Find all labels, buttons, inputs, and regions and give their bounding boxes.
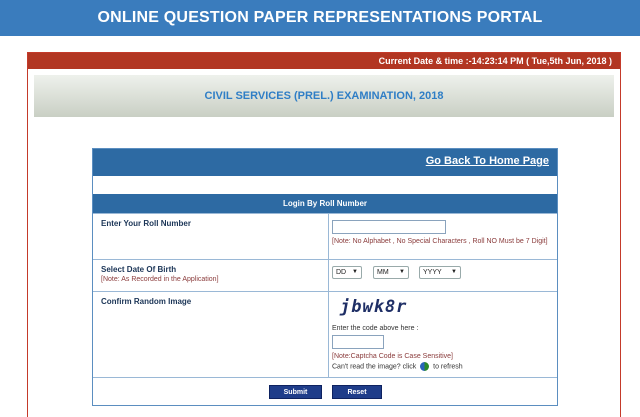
captcha-prompt: Enter the code above here : <box>332 325 419 332</box>
dob-note: [Note: As Recorded in the Application] <box>101 276 219 283</box>
captcha-row: Confirm Random Image jbwk8r Enter the co… <box>93 291 557 377</box>
captcha-refresh-line: Can't read the image? click to refresh <box>332 362 463 371</box>
chevron-down-icon: ▼ <box>451 269 457 275</box>
main-frame: Current Date & time :-14:23:14 PM ( Tue,… <box>27 52 621 417</box>
roll-number-row: Enter Your Roll Number [Note: No Alphabe… <box>93 213 557 259</box>
card-header: Go Back To Home Page <box>93 149 557 176</box>
exam-title: CIVIL SERVICES (PREL.) EXAMINATION, 2018 <box>34 75 614 117</box>
portal-title: ONLINE QUESTION PAPER REPRESENTATIONS PO… <box>0 0 640 36</box>
dob-day-select[interactable]: DD ▼ <box>332 266 362 279</box>
captcha-label: Confirm Random Image <box>101 297 192 306</box>
divider <box>328 260 329 291</box>
refresh-prefix: Can't read the image? click <box>332 363 417 371</box>
chevron-down-icon: ▼ <box>352 269 358 275</box>
divider <box>328 292 329 377</box>
captcha-image: jbwk8r <box>340 297 408 317</box>
refresh-icon[interactable] <box>420 362 430 371</box>
captcha-input[interactable] <box>332 335 384 349</box>
dob-day-value: DD <box>336 269 347 276</box>
dob-year-select[interactable]: YYYY ▼ <box>419 266 461 279</box>
login-card: Go Back To Home Page Login By Roll Numbe… <box>92 148 558 406</box>
dob-month-select[interactable]: MM ▼ <box>373 266 409 279</box>
home-link[interactable]: Go Back To Home Page <box>426 155 549 167</box>
roll-number-note: [Note: No Alphabet , No Special Characte… <box>332 238 548 245</box>
chevron-down-icon: ▼ <box>399 269 405 275</box>
buttons-row: Submit Reset <box>93 377 557 406</box>
captcha-note: [Note:Captcha Code is Case Sensitive] <box>332 353 454 360</box>
roll-number-input[interactable] <box>332 220 446 234</box>
dob-year-value: YYYY <box>423 269 442 276</box>
dob-row: Select Date Of Birth [Note: As Recorded … <box>93 259 557 291</box>
current-datetime: Current Date & time :-14:23:14 PM ( Tue,… <box>28 53 620 69</box>
login-title: Login By Roll Number <box>93 194 557 213</box>
refresh-suffix: to refresh <box>433 363 463 371</box>
divider <box>328 214 329 259</box>
dob-label: Select Date Of Birth <box>101 265 177 274</box>
dob-month-value: MM <box>377 269 389 276</box>
roll-number-label: Enter Your Roll Number <box>101 219 191 228</box>
reset-button[interactable]: Reset <box>332 385 382 399</box>
submit-button[interactable]: Submit <box>269 385 322 399</box>
